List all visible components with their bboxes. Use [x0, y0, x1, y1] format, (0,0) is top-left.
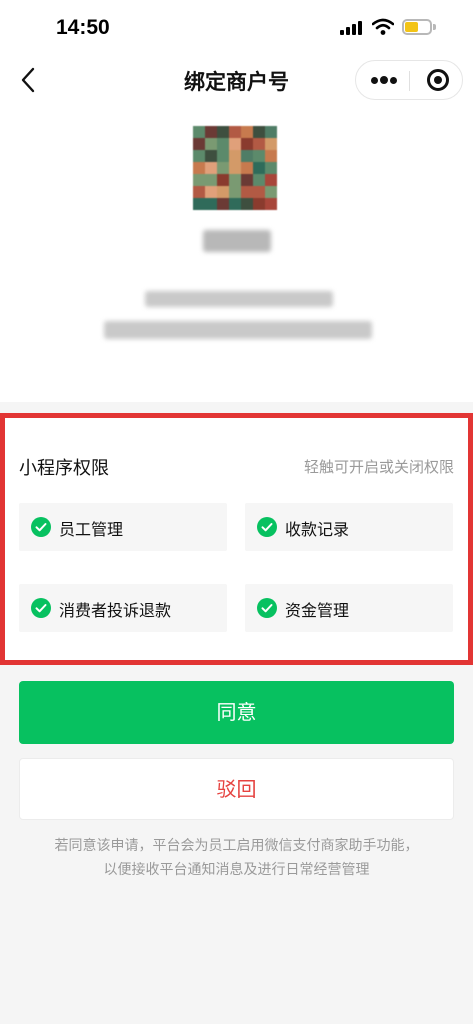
permission-label: 员工管理 [59, 520, 124, 539]
avatar-pixel [229, 150, 241, 162]
permission-item-receipts[interactable]: 收款记录 [245, 503, 453, 551]
avatar-pixel [229, 138, 241, 150]
avatar-pixel [217, 198, 229, 210]
avatar-pixel [253, 150, 265, 162]
notice-line-2: 以便接收平台通知消息及进行日常经营管理 [103, 862, 370, 878]
check-circle-icon [31, 517, 51, 537]
avatar-pixel [193, 174, 205, 186]
avatar-pixel [253, 186, 265, 198]
permissions-card: 小程序权限 轻触可开启或关闭权限 员工管理 收款记录 消费者投诉退款 资金管理 [0, 413, 473, 665]
avatar-pixel [205, 150, 217, 162]
avatar-pixel [229, 186, 241, 198]
permission-label: 消费者投诉退款 [59, 601, 172, 620]
avatar-pixel [193, 138, 205, 150]
mini-program-capsule [355, 60, 463, 100]
check-circle-icon [257, 517, 277, 537]
signal-icon [340, 21, 364, 35]
avatar-pixel [253, 138, 265, 150]
permission-label: 收款记录 [285, 520, 350, 539]
avatar-pixel [193, 162, 205, 174]
avatar-pixel [205, 162, 217, 174]
avatar-pixel [265, 150, 277, 162]
avatar-pixel [193, 186, 205, 198]
merchant-info-redacted-2 [104, 321, 372, 339]
avatar-pixel [241, 162, 253, 174]
avatar-pixel [265, 126, 277, 138]
avatar-pixel [229, 198, 241, 210]
permissions-hint[interactable]: 轻触可开启或关闭权限 [304, 456, 454, 477]
merchant-info-redacted-1 [145, 291, 333, 307]
target-close-icon[interactable] [418, 65, 460, 95]
avatar-pixel [253, 126, 265, 138]
avatar-pixel [229, 174, 241, 186]
status-time: 14:50 [56, 16, 110, 39]
avatar-pixel [229, 126, 241, 138]
permission-item-staff[interactable]: 员工管理 [19, 503, 227, 551]
navigation-bar: 绑定商户号 [0, 56, 473, 104]
avatar-pixel [205, 138, 217, 150]
avatar-pixel [253, 198, 265, 210]
status-bar: 14:50 [0, 0, 473, 56]
avatar-pixel [205, 198, 217, 210]
avatar-pixel [217, 150, 229, 162]
avatar-pixel [193, 150, 205, 162]
avatar-pixel [193, 198, 205, 210]
avatar-pixel [253, 174, 265, 186]
capsule-divider [409, 71, 410, 91]
avatar-pixel [265, 186, 277, 198]
merchant-name-redacted [203, 230, 271, 252]
avatar-pixel [229, 162, 241, 174]
wifi-icon [372, 18, 394, 35]
avatar-pixel [205, 174, 217, 186]
avatar-pixel [265, 138, 277, 150]
agree-button[interactable]: 同意 [19, 681, 454, 744]
avatar-pixel [241, 138, 253, 150]
avatar-pixel [205, 186, 217, 198]
more-dots-icon[interactable] [360, 65, 406, 95]
reject-button[interactable]: 驳回 [19, 758, 454, 820]
avatar-pixel [217, 126, 229, 138]
avatar-pixel [265, 162, 277, 174]
permission-item-funds[interactable]: 资金管理 [245, 584, 453, 632]
avatar-pixel [217, 162, 229, 174]
permission-label: 资金管理 [285, 601, 350, 620]
avatar-pixel [241, 186, 253, 198]
merchant-avatar [193, 126, 277, 210]
avatar-pixel [265, 174, 277, 186]
check-circle-icon [31, 598, 51, 618]
avatar-pixel [217, 138, 229, 150]
permissions-title: 小程序权限 [19, 458, 109, 479]
avatar-pixel [205, 126, 217, 138]
avatar-pixel [253, 162, 265, 174]
avatar-pixel [265, 198, 277, 210]
avatar-pixel [217, 174, 229, 186]
avatar-pixel [241, 174, 253, 186]
permission-item-complaints-refunds[interactable]: 消费者投诉退款 [19, 584, 227, 632]
avatar-pixel [241, 150, 253, 162]
merchant-header-area: 14:50 绑定商户号 [0, 0, 473, 402]
avatar-pixel [241, 126, 253, 138]
notice-line-1: 若同意该申请，平台会为员工启用微信支付商家助手功能， [54, 838, 419, 854]
battery-icon [402, 19, 436, 35]
check-circle-icon [257, 598, 277, 618]
avatar-pixel [193, 126, 205, 138]
avatar-pixel [217, 186, 229, 198]
avatar-pixel [241, 198, 253, 210]
